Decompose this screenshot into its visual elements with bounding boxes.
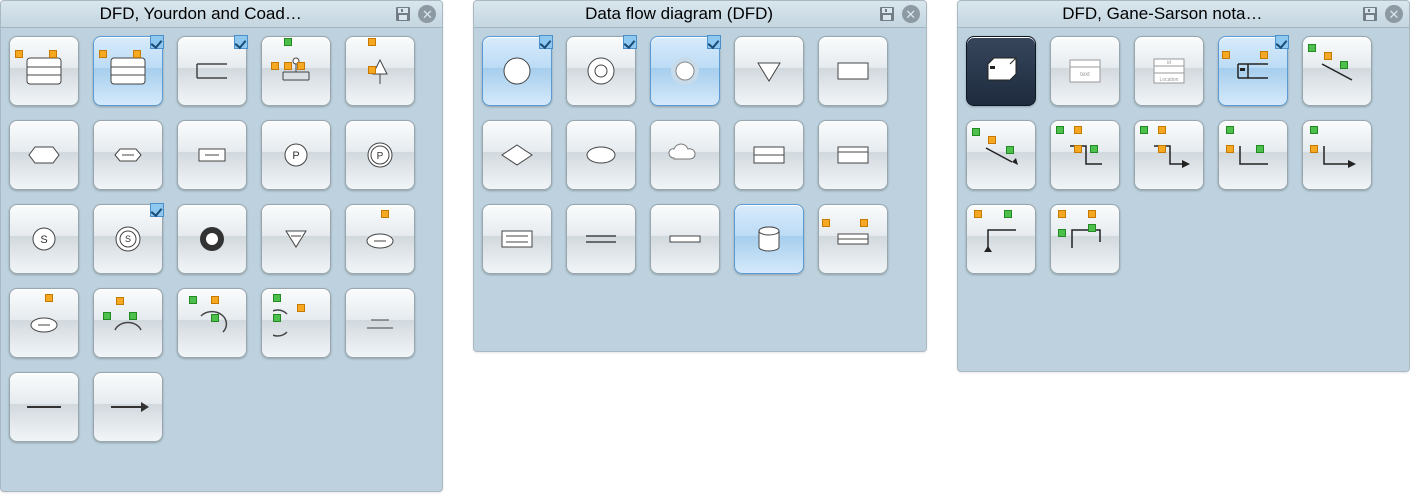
- close-icon[interactable]: ✕: [902, 5, 920, 23]
- shape-rect-split-top[interactable]: [818, 120, 888, 190]
- shape-rect-bars[interactable]: [482, 204, 552, 274]
- shape-conn-L3[interactable]: [966, 204, 1036, 274]
- panel-actions: ✕: [394, 5, 436, 23]
- shape-cylinder[interactable]: [734, 204, 804, 274]
- shape-diamond[interactable]: [482, 120, 552, 190]
- close-icon[interactable]: ✕: [1385, 5, 1403, 23]
- shape-p-circle[interactable]: P: [261, 120, 331, 190]
- shape-data-store-open[interactable]: [177, 36, 247, 106]
- svg-text:P: P: [292, 150, 299, 162]
- badge-icon: [1275, 35, 1289, 49]
- shape-rect-split-h[interactable]: [734, 120, 804, 190]
- badge-icon: [234, 35, 248, 49]
- shape-conn-diag[interactable]: [1302, 36, 1372, 106]
- svg-text:text: text: [1080, 72, 1090, 78]
- shape-proc-rect[interactable]: [177, 120, 247, 190]
- svg-text:P: P: [377, 151, 384, 162]
- shape-circle[interactable]: [482, 36, 552, 106]
- panel-actions: ✕: [878, 5, 920, 23]
- badge-icon: [707, 35, 721, 49]
- panel-actions: ✕: [1361, 5, 1403, 23]
- panel-header: Data flow diagram (DFD) ✕: [474, 1, 925, 28]
- shape-down-triangle[interactable]: [261, 204, 331, 274]
- shape-circle-glow[interactable]: [650, 36, 720, 106]
- shape-down-tri[interactable]: [734, 36, 804, 106]
- shape-ellipse-dot-1[interactable]: [345, 204, 415, 274]
- shape-data-store-2[interactable]: [93, 36, 163, 106]
- shape-hex-ext-1[interactable]: [9, 120, 79, 190]
- shape-arrow[interactable]: [93, 372, 163, 442]
- svg-text:S: S: [40, 234, 47, 246]
- shape-s-circle[interactable]: S: [9, 204, 79, 274]
- shape-cloud[interactable]: [650, 120, 720, 190]
- panel-title: DFD, Yourdon and Coad…: [7, 4, 394, 24]
- panel-body: text id Location: [958, 28, 1409, 282]
- shape-store-3d[interactable]: [966, 36, 1036, 106]
- svg-text:S: S: [125, 234, 131, 244]
- shape-double-line[interactable]: [566, 204, 636, 274]
- badge-icon: [150, 35, 164, 49]
- shape-rect[interactable]: [818, 36, 888, 106]
- panel-header: DFD, Gane-Sarson nota… ✕: [958, 1, 1409, 28]
- panel-body: P P S S: [1, 28, 442, 450]
- svg-text:Location: Location: [1159, 77, 1178, 83]
- shape-process-tree[interactable]: [261, 36, 331, 106]
- save-icon[interactable]: [1361, 5, 1379, 23]
- shape-arc-2[interactable]: [177, 288, 247, 358]
- panel-gane-sarson: DFD, Gane-Sarson nota… ✕ text id Location: [957, 0, 1410, 372]
- shape-line[interactable]: [9, 372, 79, 442]
- close-icon[interactable]: ✕: [418, 5, 436, 23]
- shape-open-rect[interactable]: [1218, 36, 1288, 106]
- shape-arc-3[interactable]: [261, 288, 331, 358]
- badge-icon: [539, 35, 553, 49]
- shape-rect-mid[interactable]: [818, 204, 888, 274]
- shape-hex-ext-2[interactable]: [93, 120, 163, 190]
- shape-ellipse-dot-2[interactable]: [9, 288, 79, 358]
- shape-circle-target[interactable]: [566, 36, 636, 106]
- panel-body: [474, 28, 925, 282]
- save-icon[interactable]: [878, 5, 896, 23]
- shape-process-triangle[interactable]: [345, 36, 415, 106]
- panel-yourdon-coad: DFD, Yourdon and Coad… ✕: [0, 0, 443, 492]
- svg-text:id: id: [1167, 60, 1171, 66]
- shape-table-1[interactable]: text: [1050, 36, 1120, 106]
- shape-conn-step2[interactable]: [1134, 120, 1204, 190]
- panel-header: DFD, Yourdon and Coad… ✕: [1, 1, 442, 28]
- shape-conn-step1[interactable]: [1050, 120, 1120, 190]
- shape-ring[interactable]: [177, 204, 247, 274]
- save-icon[interactable]: [394, 5, 412, 23]
- shape-single-bar[interactable]: [650, 204, 720, 274]
- shape-ellipse[interactable]: [566, 120, 636, 190]
- shape-p-circle-bold[interactable]: P: [345, 120, 415, 190]
- panel-title: Data flow diagram (DFD): [480, 4, 877, 24]
- workspace: DFD, Yourdon and Coad… ✕: [0, 0, 1410, 492]
- shape-conn-L4[interactable]: [1050, 204, 1120, 274]
- panel-title: DFD, Gane-Sarson nota…: [964, 4, 1361, 24]
- badge-icon: [150, 203, 164, 217]
- panel-dfd: Data flow diagram (DFD) ✕: [473, 0, 926, 352]
- badge-icon: [623, 35, 637, 49]
- shape-conn-L1[interactable]: [1218, 120, 1288, 190]
- shape-conn-diag-arrow[interactable]: [966, 120, 1036, 190]
- shape-data-store-1[interactable]: [9, 36, 79, 106]
- shape-s-circle-target[interactable]: S: [93, 204, 163, 274]
- shape-two-lines[interactable]: [345, 288, 415, 358]
- shape-arc-1[interactable]: [93, 288, 163, 358]
- shape-table-2[interactable]: id Location: [1134, 36, 1204, 106]
- shape-conn-L2[interactable]: [1302, 120, 1372, 190]
